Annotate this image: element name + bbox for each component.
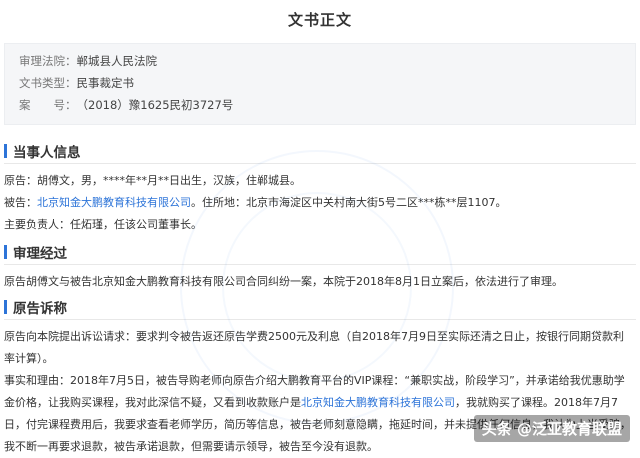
plaintiff-line: 原告：胡傅文，男，****年**月**日出生，汉族，住郸城县。 bbox=[4, 174, 301, 187]
source-watermark-stamp: 头条 @泛亚教育联盟 bbox=[473, 415, 630, 442]
meta-court: 审理法院： 郸城县人民法院 bbox=[19, 50, 621, 72]
section-complaint-heading: 原告诉称 bbox=[4, 295, 636, 320]
section-parties-title: 当事人信息 bbox=[13, 145, 81, 161]
meta-case-no-label: 案 号： bbox=[19, 98, 77, 112]
section-accent-bar bbox=[4, 144, 7, 158]
complaint-facts: 事实和理由：2018年7月5日，被告导购老师向原告介绍大鹏教育平台的VIP课程：… bbox=[4, 370, 636, 458]
meta-doc-type: 文书类型： 民事裁定书 bbox=[19, 72, 621, 94]
meta-court-value: 郸城县人民法院 bbox=[76, 54, 158, 68]
section-complaint-title: 原告诉称 bbox=[13, 301, 67, 317]
section-parties-heading: 当事人信息 bbox=[4, 139, 636, 164]
representative-line: 主要负责人：任炻瑾，任该公司董事长。 bbox=[4, 218, 202, 231]
defendant-company-link[interactable]: 北京知金大鹏教育科技有限公司 bbox=[37, 196, 191, 209]
defendant-prefix: 被告： bbox=[4, 196, 37, 209]
meta-case-no-value: （2018）豫1625民初3727号 bbox=[76, 98, 234, 112]
meta-case-no: 案 号： （2018）豫1625民初3727号 bbox=[19, 94, 621, 116]
page-title: 文书正文 bbox=[287, 11, 352, 29]
defendant-line: 被告：北京知金大鹏教育科技有限公司。住所地：北京市海淀区中关村南大街5号二区**… bbox=[4, 192, 636, 214]
complaint-company-link[interactable]: 北京知金大鹏教育科技有限公司 bbox=[301, 396, 455, 409]
complaint-claim: 原告向本院提出诉讼请求：要求判令被告返还原告学费2500元及利息（自2018年7… bbox=[4, 330, 624, 365]
defendant-suffix: 。住所地：北京市海淀区中关村南大街5号二区***栋**层1107。 bbox=[191, 196, 507, 209]
section-trial-title: 审理经过 bbox=[13, 246, 67, 262]
meta-doc-type-value: 民事裁定书 bbox=[76, 76, 135, 90]
parties-content: 原告：胡傅文，男，****年**月**日出生，汉族，住郸城县。 被告：北京知金大… bbox=[0, 164, 640, 236]
section-accent-bar bbox=[4, 245, 7, 259]
section-trial-heading: 审理经过 bbox=[4, 240, 636, 265]
trial-text: 原告胡傅文与被告北京知金大鹏教育科技有限公司合同纠纷一案，本院于2018年8月1… bbox=[4, 275, 563, 288]
section-accent-bar bbox=[4, 300, 7, 314]
case-meta-box: 审理法院： 郸城县人民法院 文书类型： 民事裁定书 案 号： （2018）豫16… bbox=[4, 43, 636, 125]
trial-content: 原告胡傅文与被告北京知金大鹏教育科技有限公司合同纠纷一案，本院于2018年8月1… bbox=[0, 265, 640, 293]
meta-court-label: 审理法院： bbox=[19, 54, 77, 68]
meta-doc-type-label: 文书类型： bbox=[19, 76, 77, 90]
